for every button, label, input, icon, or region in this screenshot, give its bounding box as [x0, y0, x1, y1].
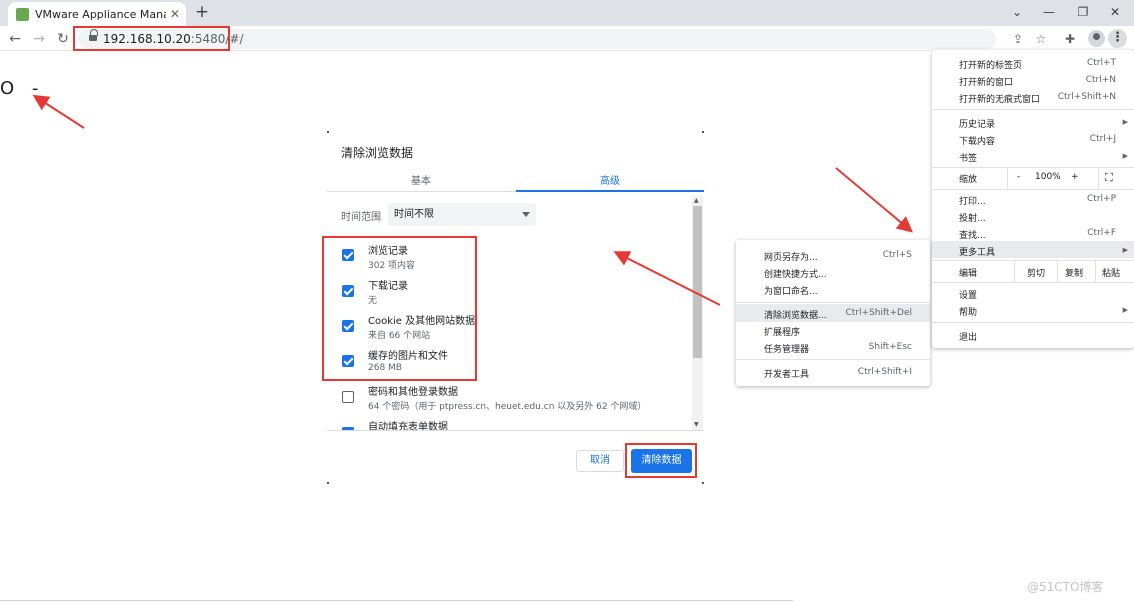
shortcut-text: Ctrl+Shift+I — [857, 367, 912, 377]
zoom-level: 100% — [1035, 172, 1061, 182]
menu-item-create-shortcut[interactable]: 创建快捷方式... — [764, 267, 827, 280]
menu-item-help[interactable]: 帮助 — [959, 305, 977, 318]
item-label: 自动填充表单数据 — [368, 422, 448, 430]
clear-button-highlight-box — [625, 443, 697, 478]
menu-item-cut[interactable]: 剪切 — [1027, 266, 1045, 279]
menu-item-print[interactable]: 打印... — [959, 194, 986, 207]
menu-item-exit[interactable]: 退出 — [959, 330, 977, 343]
menu-item-name-window[interactable]: 为窗口命名... — [764, 284, 818, 297]
menu-item-copy[interactable]: 复制 — [1065, 266, 1083, 279]
menu-item-dev-tools[interactable]: 开发者工具 — [764, 367, 809, 380]
vmware-favicon-icon — [16, 7, 29, 21]
shortcut-text: Ctrl+T — [1086, 58, 1116, 68]
shortcut-text: Ctrl+N — [1085, 75, 1116, 85]
submenu-arrow-icon: ▶ — [1122, 306, 1128, 314]
menu-item-bookmarks[interactable]: 书签 — [959, 151, 977, 164]
forward-icon[interactable]: → — [30, 30, 48, 48]
shortcut-text: Ctrl+Shift+Del — [845, 308, 912, 318]
scrollbar-thumb[interactable] — [693, 206, 702, 358]
shortcut-text: Ctrl+P — [1087, 194, 1116, 204]
time-range-label: 时间范围 — [341, 212, 381, 223]
close-window-button[interactable]: ✕ — [1104, 2, 1126, 22]
menu-item-history[interactable]: 历史记录 — [959, 117, 995, 130]
close-tab-icon[interactable]: ✕ — [170, 7, 180, 21]
tab-title: VMware Appliance Manageme — [35, 7, 166, 21]
page-content-text: O - — [0, 78, 45, 99]
watermark: @51CTO博客 — [1027, 580, 1104, 594]
menu-item-incognito[interactable]: 打开新的无痕式窗口 — [959, 92, 1040, 105]
tab-advanced[interactable]: 高级 — [516, 172, 704, 187]
zoom-in-button[interactable]: + — [1071, 172, 1079, 182]
bookmark-star-icon[interactable]: ☆ — [1033, 31, 1049, 47]
maximize-button[interactable]: ❐ — [1072, 2, 1094, 22]
fullscreen-icon[interactable]: ⛶ — [1105, 171, 1113, 185]
reload-icon[interactable]: ↻ — [54, 30, 72, 48]
submenu-arrow-icon: ▶ — [1122, 246, 1128, 254]
shortcut-text: Ctrl+J — [1089, 134, 1116, 144]
arrow-to-more-tools — [835, 167, 914, 233]
back-icon[interactable]: ← — [6, 30, 24, 48]
item-label: 密码和其他登录数据 — [368, 387, 458, 398]
tab-basic[interactable]: 基本 — [327, 172, 515, 187]
menu-item-more-tools[interactable]: 更多工具 — [959, 245, 995, 258]
minimize-button[interactable]: — — [1038, 2, 1060, 22]
menu-kebab-icon[interactable]: ⋮ — [1108, 29, 1127, 48]
menu-item-settings[interactable]: 设置 — [959, 288, 977, 301]
menu-item-paste[interactable]: 粘贴 — [1102, 266, 1120, 279]
shortcut-text: Ctrl+Shift+N — [1057, 92, 1116, 102]
dialog-footer-divider — [327, 430, 704, 431]
active-tab-indicator — [516, 190, 704, 192]
menu-item-cast[interactable]: 投射... — [959, 211, 986, 224]
shortcut-text: Ctrl+F — [1087, 228, 1116, 238]
share-icon[interactable]: ⇪ — [1010, 31, 1026, 47]
dialog-title: 清除浏览数据 — [341, 146, 414, 160]
zoom-label: 缩放 — [959, 175, 978, 185]
shortcut-text: Ctrl+S — [882, 250, 912, 260]
zoom-out-button[interactable]: - — [1017, 172, 1020, 182]
cancel-button[interactable]: 取消 — [576, 450, 624, 472]
chrome-main-menu: 打开新的标签页 Ctrl+T 打开新的窗口 Ctrl+N 打开新的无痕式窗口 C… — [932, 50, 1134, 348]
menu-item-downloads[interactable]: 下载内容 — [959, 134, 995, 147]
menu-item-new-window[interactable]: 打开新的窗口 — [959, 75, 1013, 88]
tab-search-icon[interactable]: ⌄ — [1006, 2, 1028, 22]
menu-item-new-tab[interactable]: 打开新的标签页 — [959, 58, 1022, 71]
more-tools-submenu: 网页另存为... Ctrl+S 创建快捷方式... 为窗口命名... 清除浏览数… — [736, 240, 930, 386]
time-range-select[interactable]: 时间不限 — [388, 203, 536, 226]
page-bottom-divider — [0, 600, 793, 601]
url-highlight-box — [73, 26, 230, 51]
checked-items-highlight-box — [322, 236, 477, 381]
chevron-down-icon — [522, 212, 530, 217]
arrow-to-page-text — [32, 94, 85, 129]
item-sub: 64 个密码（用于 ptpress.cn、heuet.edu.cn 以及另外 6… — [368, 402, 647, 412]
shortcut-text: Shift+Esc — [868, 342, 912, 352]
browser-tab[interactable]: VMware Appliance Manageme ✕ — [8, 2, 186, 26]
extensions-icon[interactable]: ✚ — [1062, 31, 1078, 47]
scroll-up-icon[interactable]: ▲ — [694, 197, 699, 204]
menu-item-extensions[interactable]: 扩展程序 — [764, 325, 800, 338]
submenu-arrow-icon: ▶ — [1122, 118, 1128, 126]
new-tab-button[interactable]: + — [192, 3, 212, 23]
menu-item-task-manager[interactable]: 任务管理器 — [764, 342, 809, 355]
profile-avatar[interactable] — [1088, 30, 1105, 47]
menu-item-find[interactable]: 查找... — [959, 228, 986, 241]
scroll-down-icon[interactable]: ▼ — [694, 421, 699, 428]
checkbox-passwords[interactable] — [342, 391, 354, 403]
menu-item-save-page[interactable]: 网页另存为... — [764, 250, 818, 263]
edit-label: 编辑 — [959, 269, 978, 279]
submenu-arrow-icon: ▶ — [1122, 152, 1128, 160]
menu-item-clear-data[interactable]: 清除浏览数据... — [764, 308, 827, 321]
